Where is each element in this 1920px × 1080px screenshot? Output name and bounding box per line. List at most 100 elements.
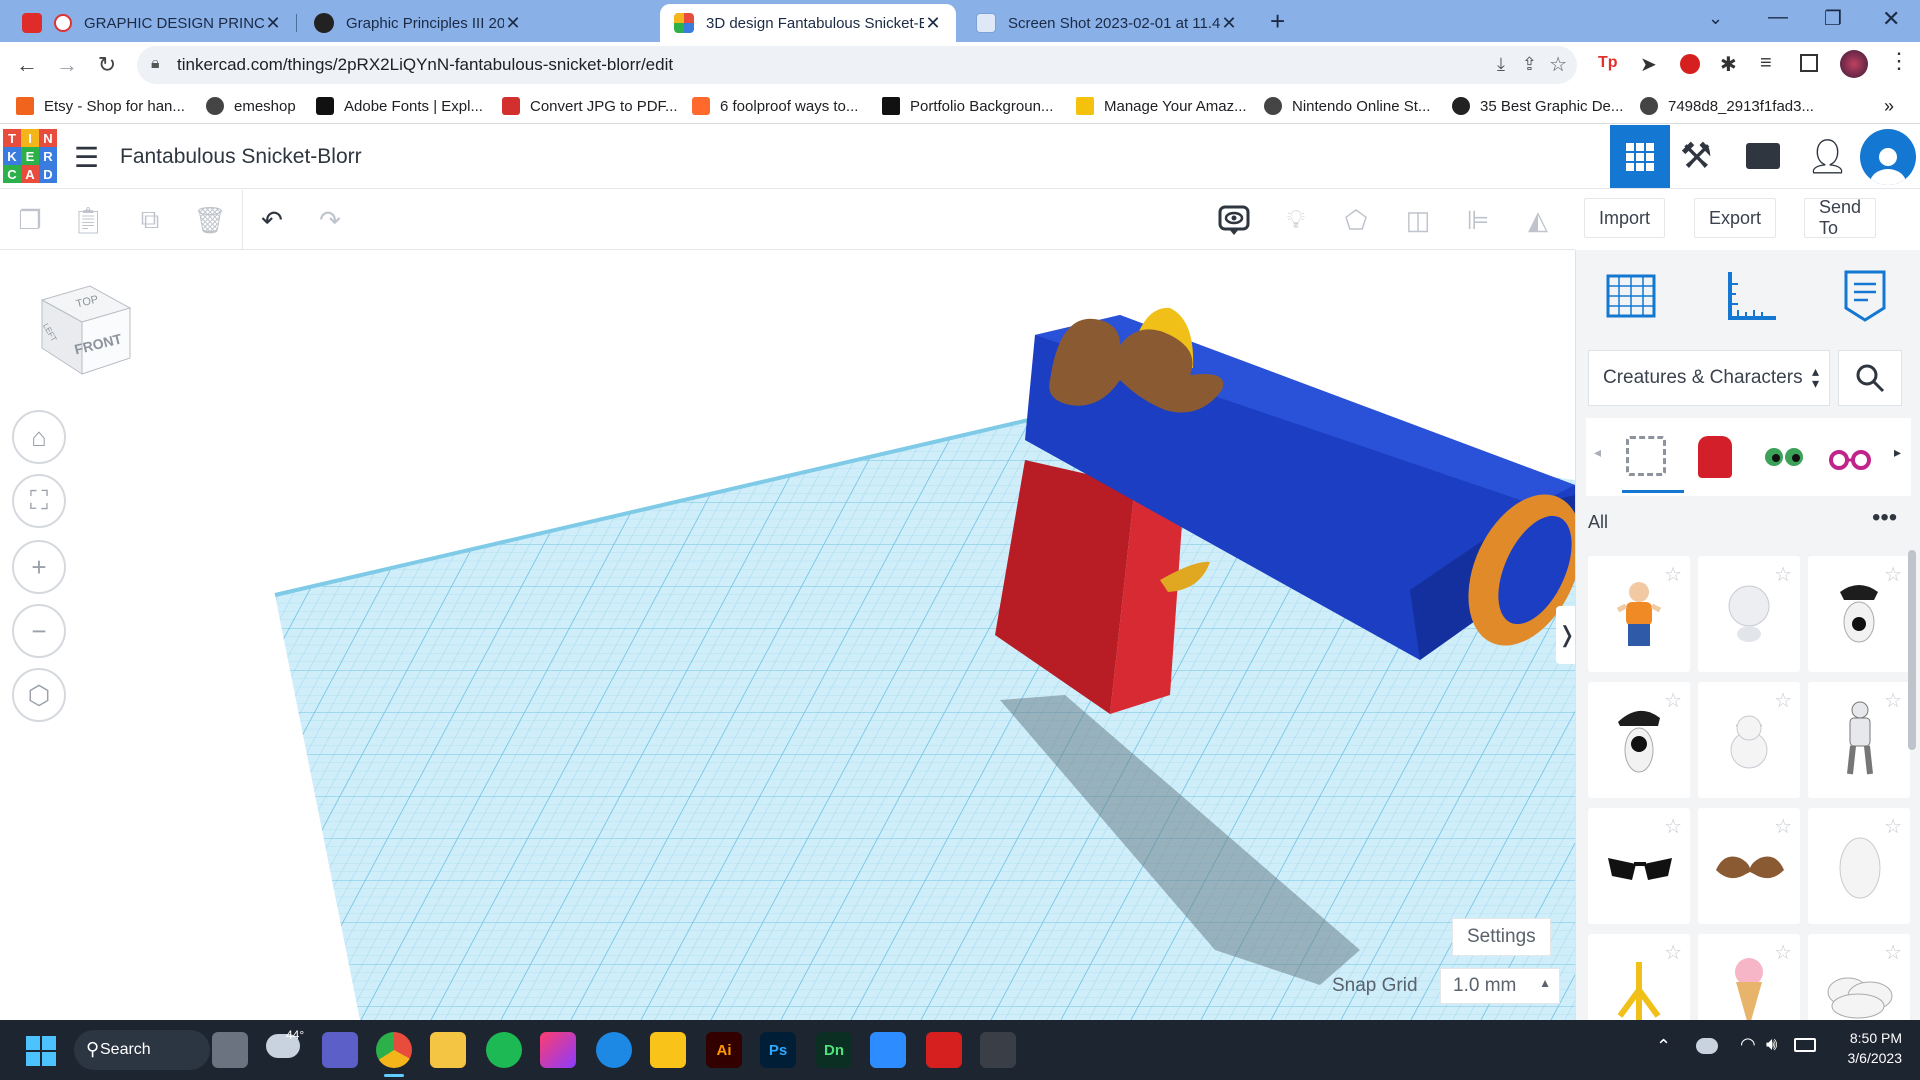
favorite-star-icon[interactable]: ☆	[1884, 814, 1902, 839]
favorite-star-icon[interactable]: ☆	[1664, 814, 1682, 839]
tinkercad-logo[interactable]: T I N K E R C A D	[3, 129, 57, 183]
favorite-star-icon[interactable]: ☆	[1774, 940, 1792, 965]
reading-list-icon[interactable]: ≡	[1760, 52, 1772, 75]
clock-date[interactable]: 3/6/2023	[1836, 1050, 1903, 1066]
shape-card-mustache[interactable]: ☆	[1698, 808, 1800, 924]
tab-graphic-design-principles[interactable]: GRAPHIC DESIGN PRINCIPLES III ✕	[8, 4, 296, 42]
windows-start-icon[interactable]	[26, 1036, 56, 1071]
fit-all-icon[interactable]: ⛶	[12, 474, 66, 528]
favorite-star-icon[interactable]: ☆	[1664, 562, 1682, 587]
user-avatar[interactable]	[1860, 129, 1916, 185]
spotify-icon[interactable]	[486, 1032, 522, 1068]
search-shapes-button[interactable]	[1838, 350, 1902, 406]
bookmark-foolproof[interactable]: 6 foolproof ways to...	[692, 94, 858, 118]
bookmark-adobe-fonts[interactable]: Adobe Fonts | Expl...	[316, 94, 483, 118]
close-window-icon[interactable]: ✕	[1882, 6, 1900, 32]
panel-scrollbar[interactable]	[1908, 550, 1916, 750]
favorite-star-icon[interactable]: ☆	[1884, 940, 1902, 965]
shape-card-astronaut[interactable]: ☆	[1808, 682, 1910, 798]
align-icon[interactable]: ⊫	[1458, 200, 1498, 240]
shape-card-ghost[interactable]: ☆	[1698, 556, 1800, 672]
3d-view-button[interactable]	[1610, 125, 1670, 188]
back-icon[interactable]: ←	[12, 50, 42, 80]
onedrive-icon[interactable]	[1696, 1038, 1718, 1054]
shape-category-select[interactable]: Creatures & Characters ▴ ▾	[1588, 350, 1830, 406]
glasses-icon[interactable]	[1828, 446, 1872, 475]
favorite-star-icon[interactable]: ☆	[1774, 814, 1792, 839]
bookmark-graphic-de[interactable]: 35 Best Graphic De...	[1452, 94, 1623, 118]
extensions-puzzle-icon[interactable]: ✱	[1720, 52, 1737, 77]
wifi-icon[interactable]: ◠	[1740, 1034, 1756, 1055]
favorite-star-icon[interactable]: ☆	[1664, 940, 1682, 965]
strip-left-arrow-icon[interactable]: ◂	[1594, 444, 1601, 461]
bookmark-star-icon[interactable]: ☆	[1549, 52, 1567, 77]
bookmark-convert-jpg[interactable]: Convert JPG to PDF...	[502, 94, 678, 118]
snap-grid-select[interactable]: 1.0 mm ▲	[1440, 968, 1560, 1004]
tab-screen-shot[interactable]: Screen Shot 2023-02-01 at 11.44 ✕	[962, 4, 1252, 42]
ruler-icon[interactable]	[1724, 268, 1780, 329]
shape-card-tripod[interactable]: ☆	[1588, 934, 1690, 1020]
shape-card-pirate-eye[interactable]: ☆	[1808, 556, 1910, 672]
all-shapes-icon[interactable]	[1626, 436, 1666, 476]
unity-icon[interactable]	[980, 1032, 1016, 1068]
undo-icon[interactable]: ↶	[252, 200, 292, 240]
side-panel-icon[interactable]	[1800, 54, 1818, 72]
favorite-star-icon[interactable]: ☆	[1884, 562, 1902, 587]
maximize-icon[interactable]: ❐	[1824, 6, 1842, 31]
mirror-icon[interactable]: ◭	[1518, 200, 1558, 240]
view-cube[interactable]: TOP FRONT LEFT	[30, 278, 134, 382]
invite-user-icon[interactable]: 👤︎	[1806, 137, 1849, 177]
settings-button[interactable]: Settings	[1452, 918, 1551, 956]
notes-panel-icon[interactable]	[1842, 268, 1888, 329]
send-to-button[interactable]: Send To	[1804, 197, 1877, 238]
design-title[interactable]: Fantabulous Snicket-Blorr	[120, 145, 362, 169]
install-icon[interactable]: ⤓	[1497, 54, 1505, 75]
shape-card-ice-cream[interactable]: ☆	[1698, 934, 1800, 1020]
shape-card-sunglasses[interactable]: ☆	[1588, 808, 1690, 924]
browser-menu-icon[interactable]: ⋮	[1888, 48, 1910, 74]
dimension-icon[interactable]: Dn	[816, 1032, 852, 1068]
bookmark-emeshop[interactable]: emeshop	[206, 94, 296, 118]
more-options-icon[interactable]: •••	[1872, 504, 1897, 532]
chrome-icon[interactable]	[376, 1032, 412, 1068]
close-tab-icon[interactable]: ✕	[924, 13, 942, 34]
shape-card-snowman[interactable]: ☆	[1698, 682, 1800, 798]
shape-card-egg[interactable]: ☆	[1808, 808, 1910, 924]
url-field[interactable]: 🔒︎ tinkercad.com/things/2pRX2LiQYnN-fant…	[137, 46, 1577, 84]
file-explorer-icon[interactable]	[430, 1032, 466, 1068]
volume-icon[interactable]: 🔊︎	[1766, 1034, 1777, 1055]
extension-red-icon[interactable]	[1680, 54, 1700, 74]
shape-card-pirate-eye-hat[interactable]: ☆	[1588, 682, 1690, 798]
tab-3d-design[interactable]: 3D design Fantabulous Snicket-B ✕	[660, 4, 956, 42]
bookmark-etsy[interactable]: Etsy - Shop for han...	[16, 94, 185, 118]
share-icon[interactable]: ⇪	[1522, 54, 1537, 75]
redo-icon[interactable]: ↷	[310, 200, 350, 240]
favorite-star-icon[interactable]: ☆	[1774, 688, 1792, 713]
import-button[interactable]: Import	[1584, 198, 1666, 238]
eyes-icon[interactable]	[1764, 446, 1804, 473]
lightbulb-icon[interactable]: 💡︎	[1276, 200, 1316, 240]
favorite-star-icon[interactable]: ☆	[1664, 688, 1682, 713]
battery-icon[interactable]	[1794, 1038, 1816, 1052]
shape-card-cloud[interactable]: ☆	[1808, 934, 1910, 1020]
ungroup-icon[interactable]: ◫	[1398, 200, 1438, 240]
taskbar-search[interactable]: ⚲ Search	[74, 1030, 210, 1070]
zoom-out-icon[interactable]: −	[12, 604, 66, 658]
workplane-icon[interactable]	[1604, 268, 1658, 327]
close-tab-icon[interactable]: ✕	[504, 13, 522, 34]
3d-workplane-viewport[interactable]: TOP FRONT LEFT ⌂ ⛶ + − ⬡ ❭ Settings Snap…	[0, 250, 1575, 1020]
tab-search-icon[interactable]: ⌄	[1708, 8, 1723, 29]
copy-icon[interactable]: ❐	[10, 200, 50, 240]
acrobat-icon[interactable]	[926, 1032, 962, 1068]
photoshop-icon[interactable]: Ps	[760, 1032, 796, 1068]
clock-time[interactable]: 8:50 PM	[1836, 1030, 1902, 1046]
extension-tp-icon[interactable]: Tp	[1598, 54, 1618, 72]
pickaxe-icon[interactable]: ⚒	[1680, 135, 1712, 177]
favorite-star-icon[interactable]: ☆	[1774, 562, 1792, 587]
bookmark-amazon[interactable]: Manage Your Amaz...	[1076, 94, 1247, 118]
shape-card-figure[interactable]: ☆	[1588, 556, 1690, 672]
tray-expand-icon[interactable]: ⌃	[1656, 1036, 1671, 1057]
duplicate-icon[interactable]: ⧉	[130, 200, 170, 240]
notes-icon[interactable]	[1214, 200, 1254, 240]
file-manager-icon[interactable]	[650, 1032, 686, 1068]
